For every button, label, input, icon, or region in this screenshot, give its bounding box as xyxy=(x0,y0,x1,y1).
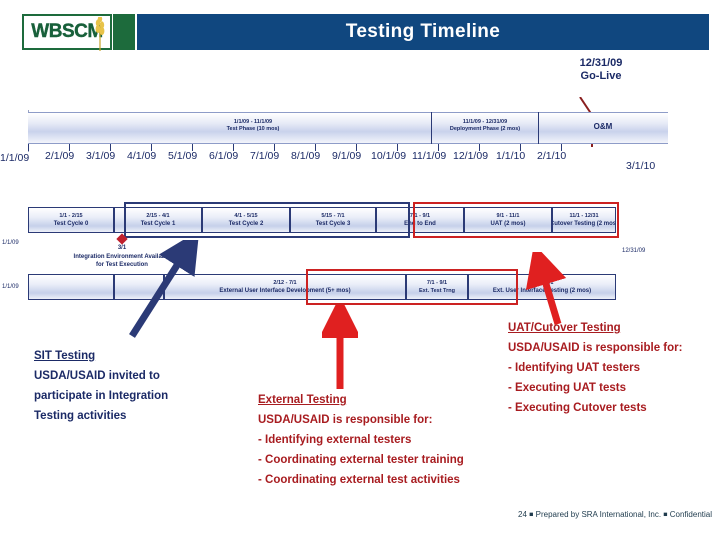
slide-footer: 24 ■ Prepared by SRA International, Inc.… xyxy=(0,510,712,519)
row1-right-date: 12/31/09 xyxy=(622,248,646,254)
timeline-graphic: 12/31/09 Go-Live 1/1/09 - 11/1/09 Test P… xyxy=(0,52,720,317)
sit-callout-arrow xyxy=(129,240,200,338)
axis-label-11: 12/1/09 xyxy=(453,150,489,162)
axis-label-3: 4/1/09 xyxy=(127,150,157,162)
sit-line-3: Testing activities xyxy=(34,410,127,422)
sit-testing-callout: SIT Testing USDA/USAID invited to partic… xyxy=(34,346,224,426)
axis-label-7: 8/1/09 xyxy=(291,150,321,162)
header-green-divider xyxy=(113,14,135,50)
slide-title-bar: Testing Timeline xyxy=(137,14,709,50)
row2-left-date: 1/1/09 xyxy=(2,284,19,290)
phase-range-deployment: 11/1/09 - 12/31/09 xyxy=(462,119,508,125)
phase-label-om: O&M xyxy=(540,122,666,131)
uat-cutover-callout: UAT/Cutover Testing USDA/USAID is respon… xyxy=(508,318,720,418)
footer-classification: Confidential xyxy=(669,510,712,519)
external-line-1: USDA/USAID is responsible for: xyxy=(258,414,433,426)
axis-label-5: 6/1/09 xyxy=(209,150,239,162)
phase-label-deployment: 11/1/09 - 12/31/09 Deployment Phase (2 m… xyxy=(433,119,537,133)
sit-heading: SIT Testing xyxy=(34,350,96,362)
uat-line-1: USDA/USAID is responsible for: xyxy=(508,342,683,354)
axis-label-10: 11/1/09 xyxy=(412,150,447,162)
highlight-box-sit xyxy=(124,202,410,238)
phase-divider-2 xyxy=(538,112,539,144)
external-callout-arrow xyxy=(322,305,358,389)
axis-label-6: 7/1/09 xyxy=(250,150,280,162)
axis-label-13: 2/1/10 xyxy=(537,150,567,162)
gantt-label: Test Cycle 0 xyxy=(53,220,89,227)
go-live-date: 12/31/09 xyxy=(579,57,623,69)
axis-label-9: 10/1/09 xyxy=(371,150,407,162)
axis-label-4: 5/1/09 xyxy=(168,150,198,162)
row1-left-date: 1/1/09 xyxy=(2,240,19,246)
uat-line-3: - Executing UAT tests xyxy=(508,382,626,394)
highlight-box-uat xyxy=(413,202,619,238)
phase-name-deployment: Deployment Phase (2 mos) xyxy=(449,126,521,132)
phase-label-test: 1/1/09 - 11/1/09 Test Phase (10 mos) xyxy=(178,119,328,133)
axis-label-0: 1/1/09 xyxy=(0,152,30,164)
go-live-callout: 12/31/09 Go-Live xyxy=(556,57,646,83)
phase-name-test: Test Phase (10 mos) xyxy=(226,126,280,132)
sit-line-2: participate in Integration xyxy=(34,390,169,402)
footer-prepared-by: Prepared by SRA International, Inc. xyxy=(535,510,662,519)
phase-name-om: O&M xyxy=(593,122,613,131)
axis-label-2: 3/1/09 xyxy=(86,150,116,162)
external-heading: External Testing xyxy=(258,394,347,406)
gantt-range: 2/12 - 7/1 xyxy=(273,279,297,286)
uat-heading: UAT/Cutover Testing xyxy=(508,322,621,334)
wheat-stalk-icon xyxy=(95,17,105,51)
phase-band: 1/1/09 - 11/1/09 Test Phase (10 mos) 11/… xyxy=(28,112,688,144)
sit-line-1: USDA/USAID invited to xyxy=(34,370,160,382)
axis-label-14: 3/1/10 xyxy=(626,160,656,172)
axis-tick-0 xyxy=(28,144,29,151)
gantt-bar-external-empty-1 xyxy=(28,274,114,300)
external-line-2: - Identifying external testers xyxy=(258,434,412,446)
gantt-range: 1/1 - 2/15 xyxy=(59,212,83,219)
wbscm-logo: WBSCM xyxy=(22,14,112,51)
footer-separator-1: ■ xyxy=(529,511,534,519)
uat-line-2: - Identifying UAT testers xyxy=(508,362,641,374)
page-title: Testing Timeline xyxy=(345,21,501,42)
axis-label-12: 1/1/10 xyxy=(496,150,526,162)
wbscm-logo-text: WBSCM xyxy=(31,21,103,42)
external-testing-callout: External Testing USDA/USAID is responsib… xyxy=(258,390,528,490)
phase-range-test: 1/1/09 - 11/1/09 xyxy=(233,119,273,125)
external-line-4: - Coordinating external test activities xyxy=(258,474,460,486)
highlight-box-external xyxy=(306,269,518,305)
axis-label-1: 2/1/09 xyxy=(45,150,75,162)
external-line-3: - Coordinating external tester training xyxy=(258,454,464,466)
footer-page-number: 24 xyxy=(518,510,527,519)
slide-header: WBSCM Testing Timeline xyxy=(0,14,720,51)
phase-divider-1 xyxy=(431,112,432,144)
gantt-bar-test-cycle-0: 1/1 - 2/15 Test Cycle 0 xyxy=(28,207,114,233)
uat-line-4: - Executing Cutover tests xyxy=(508,402,647,414)
go-live-label: Go-Live xyxy=(580,70,622,82)
footer-separator-2: ■ xyxy=(663,511,668,519)
axis-label-8: 9/1/09 xyxy=(332,150,362,162)
timeline-arrowhead-icon xyxy=(665,103,689,153)
